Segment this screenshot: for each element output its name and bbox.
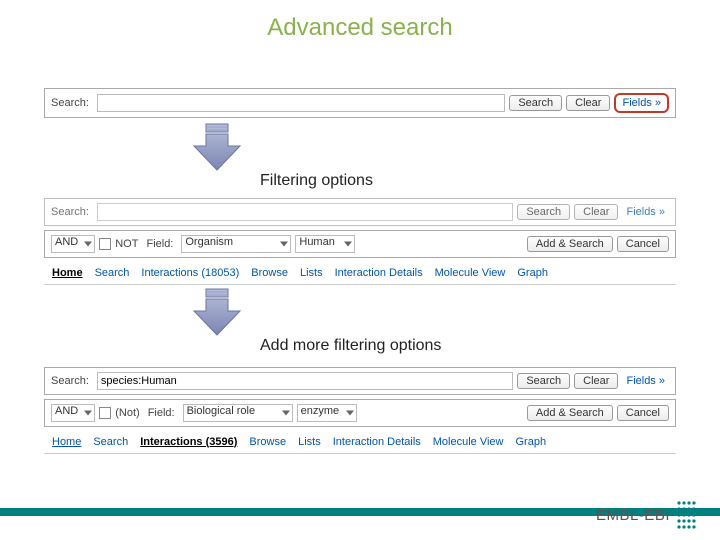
slide-title: Advanced search <box>0 0 720 48</box>
search-panel-2a: Search: Search Clear Fields » <box>44 198 676 226</box>
value-select[interactable]: enzyme <box>297 404 357 422</box>
search-label: Search: <box>51 375 89 387</box>
value-select[interactable]: Human <box>295 235 355 253</box>
tab-molecule-view[interactable]: Molecule View <box>435 267 506 279</box>
cancel-button[interactable]: Cancel <box>617 405 669 421</box>
filter-panel-3b: AND (Not) Field: Biological role enzyme … <box>44 399 676 427</box>
search-label: Search: <box>51 206 89 218</box>
chevron-down-icon <box>344 241 352 246</box>
operator-select[interactable]: AND <box>51 235 95 253</box>
chevron-down-icon <box>84 241 92 246</box>
search-label: Search: <box>51 97 89 109</box>
tab-home[interactable]: Home <box>52 436 81 448</box>
chevron-down-icon <box>346 410 354 415</box>
operator-select[interactable]: AND <box>51 404 95 422</box>
tab-interactions-3596-[interactable]: Interactions (3596) <box>140 436 237 448</box>
tab-graph[interactable]: Graph <box>516 436 547 448</box>
tab-interaction-details[interactable]: Interaction Details <box>333 436 421 448</box>
field-label: Field: <box>146 238 173 250</box>
arrow-2 <box>190 287 720 340</box>
chevron-down-icon <box>84 410 92 415</box>
search-panel-3a: Search: Search Clear Fields » <box>44 367 676 395</box>
tabs-bar-2: Home Search Interactions (3596) Browse Lists… <box>44 431 676 454</box>
not-checkbox[interactable] <box>99 407 111 419</box>
tab-graph[interactable]: Graph <box>517 267 548 279</box>
not-checkbox[interactable] <box>99 238 111 250</box>
not-label: (Not) <box>115 407 139 419</box>
search-input[interactable] <box>97 203 513 221</box>
cancel-button[interactable]: Cancel <box>617 236 669 252</box>
tab-search[interactable]: Search <box>93 436 128 448</box>
footer-brand-text: EMBL-EBI <box>596 507 670 524</box>
arrow-1 <box>190 122 720 175</box>
tab-lists[interactable]: Lists <box>300 267 323 279</box>
chevron-down-icon <box>282 410 290 415</box>
field-select[interactable]: Biological role <box>183 404 293 422</box>
tab-browse[interactable]: Browse <box>249 436 286 448</box>
tab-lists[interactable]: Lists <box>298 436 321 448</box>
field-label: Field: <box>148 407 175 419</box>
embl-ebi-logo-icon <box>676 500 698 530</box>
clear-button[interactable]: Clear <box>574 373 618 389</box>
fields-link-highlighted[interactable]: Fields » <box>614 93 669 113</box>
search-button[interactable]: Search <box>509 95 562 111</box>
clear-button[interactable]: Clear <box>566 95 610 111</box>
tab-interaction-details[interactable]: Interaction Details <box>335 267 423 279</box>
filter-panel-2b: AND NOT Field: Organism Human Add & Sear… <box>44 230 676 258</box>
footer-logo: EMBL-EBI <box>596 500 698 530</box>
search-button[interactable]: Search <box>517 204 570 220</box>
add-search-button[interactable]: Add & Search <box>527 405 613 421</box>
footer: EMBL-EBI <box>0 482 720 540</box>
filtering-label: Filtering options <box>260 171 720 192</box>
tab-home[interactable]: Home <box>52 267 83 279</box>
search-input[interactable] <box>97 372 513 390</box>
tabs-bar-1: Home Search Interactions (18053) Browse List… <box>44 262 676 285</box>
tab-molecule-view[interactable]: Molecule View <box>433 436 504 448</box>
search-input[interactable] <box>97 94 505 112</box>
addmore-label: Add more filtering options <box>260 336 720 357</box>
search-panel-1: Search: Search Clear Fields » <box>44 88 676 118</box>
chevron-down-icon <box>280 241 288 246</box>
clear-button[interactable]: Clear <box>574 204 618 220</box>
field-select[interactable]: Organism <box>181 235 291 253</box>
search-button[interactable]: Search <box>517 373 570 389</box>
add-search-button[interactable]: Add & Search <box>527 236 613 252</box>
tab-search[interactable]: Search <box>95 267 130 279</box>
tab-interactions-18053-[interactable]: Interactions (18053) <box>141 267 239 279</box>
fields-link[interactable]: Fields » <box>622 374 669 388</box>
not-label: NOT <box>115 238 138 250</box>
fields-link[interactable]: Fields » <box>622 205 669 219</box>
tab-browse[interactable]: Browse <box>251 267 288 279</box>
